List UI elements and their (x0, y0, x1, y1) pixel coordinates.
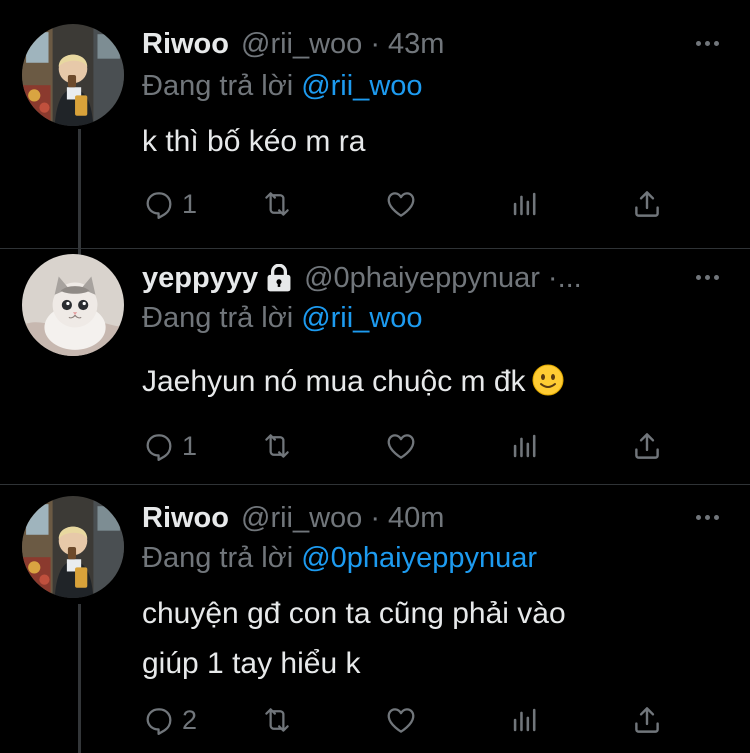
replying-to: Đang trả lời @rii_woo (142, 302, 423, 335)
tweet[interactable]: yeppyyy @0phaiyeppynuar ·... Đang trả lờ… (0, 250, 750, 485)
tweet-text-line: k thì bố kéo m ra (142, 125, 366, 158)
replying-to: Đang trả lời @rii_woo (142, 70, 423, 103)
share-icon (630, 703, 664, 737)
like-button[interactable] (384, 184, 418, 224)
avatar[interactable] (22, 254, 124, 356)
reply-count: 2 (182, 704, 198, 735)
avatar[interactable] (22, 24, 124, 126)
retweet-button[interactable] (260, 700, 294, 740)
analytics-icon (508, 703, 542, 737)
share-button[interactable] (630, 426, 664, 466)
analytics-button[interactable] (508, 184, 542, 224)
more-options-icon[interactable] (692, 502, 722, 532)
tweet-actions: 1 (142, 184, 682, 224)
reply-count: 1 (182, 188, 198, 219)
mention-link[interactable]: @rii_woo (301, 302, 422, 334)
replying-to: Đang trả lời @0phaiyeppynuar (142, 542, 537, 575)
separator: ·... (547, 261, 582, 294)
retweet-button[interactable] (260, 184, 294, 224)
like-button[interactable] (384, 700, 418, 740)
analytics-button[interactable] (508, 426, 542, 466)
slightly-smiling-face-icon (532, 364, 564, 396)
thread-line (78, 604, 81, 753)
lock-icon (267, 264, 291, 292)
reply-icon (142, 429, 176, 463)
like-icon (384, 187, 418, 221)
tweet[interactable]: Riwoo @rii_woo · 43m Đang trả lời @rii_wo… (0, 24, 750, 274)
tweet-text-line: giúp 1 tay hiểu k (142, 647, 361, 680)
display-name[interactable]: yeppyyy (142, 262, 258, 295)
more-options-icon[interactable] (692, 28, 722, 58)
tweet-text-line: chuyện gđ con ta cũng phải vào (142, 597, 566, 630)
display-name[interactable]: Riwoo (142, 28, 229, 61)
like-icon (384, 429, 418, 463)
reply-icon (142, 703, 176, 737)
like-button[interactable] (384, 426, 418, 466)
retweet-icon (260, 429, 294, 463)
user-handle[interactable]: @rii_woo (241, 28, 362, 61)
share-icon (630, 187, 664, 221)
timestamp[interactable]: 43m (388, 28, 444, 61)
tweet[interactable]: Riwoo @rii_woo · 40m Đang trả lời @0phaiy… (0, 496, 750, 753)
tweet-actions: 1 (142, 426, 682, 466)
reply-button[interactable]: 2 (142, 700, 197, 740)
tweet-text: k thì bố kéo m ra (142, 118, 702, 166)
display-name[interactable]: Riwoo (142, 502, 229, 535)
user-handle[interactable]: @0phaiyeppynuar (304, 262, 540, 295)
separator: · (370, 501, 380, 534)
tweet-header: Riwoo @rii_woo · 40m (142, 498, 702, 538)
share-button[interactable] (630, 184, 664, 224)
tweet-actions: 2 (142, 700, 682, 740)
analytics-icon (508, 187, 542, 221)
reply-count: 1 (182, 430, 198, 461)
like-icon (384, 703, 418, 737)
user-handle[interactable]: @rii_woo (241, 502, 362, 535)
replying-to-label: Đang trả lời (142, 542, 294, 574)
retweet-button[interactable] (260, 426, 294, 466)
mention-link[interactable]: @0phaiyeppynuar (301, 542, 537, 574)
share-icon (630, 429, 664, 463)
tweet-text: Jaehyun nó mua chuộc m đk (142, 358, 702, 406)
tweet-text-line: Jaehyun nó mua chuộc m đk (142, 365, 526, 398)
reply-button[interactable]: 1 (142, 426, 197, 466)
replying-to-label: Đang trả lời (142, 70, 294, 102)
mention-link[interactable]: @rii_woo (301, 70, 422, 102)
share-button[interactable] (630, 700, 664, 740)
tweet-header: Riwoo @rii_woo · 43m (142, 24, 702, 64)
analytics-icon (508, 429, 542, 463)
more-options-icon[interactable] (692, 262, 722, 292)
timestamp[interactable]: 40m (388, 502, 444, 535)
replying-to-label: Đang trả lời (142, 302, 294, 334)
tweet-text: chuyện gđ con ta cũng phải vào giúp 1 ta… (142, 589, 702, 689)
reply-button[interactable]: 1 (142, 184, 197, 224)
retweet-icon (260, 703, 294, 737)
retweet-icon (260, 187, 294, 221)
analytics-button[interactable] (508, 700, 542, 740)
avatar[interactable] (22, 496, 124, 598)
reply-icon (142, 187, 176, 221)
separator: · (370, 27, 380, 60)
tweet-header: yeppyyy @0phaiyeppynuar ·... (142, 258, 702, 298)
tweet-thread: Riwoo @rii_woo · 43m Đang trả lời @rii_wo… (0, 0, 750, 753)
